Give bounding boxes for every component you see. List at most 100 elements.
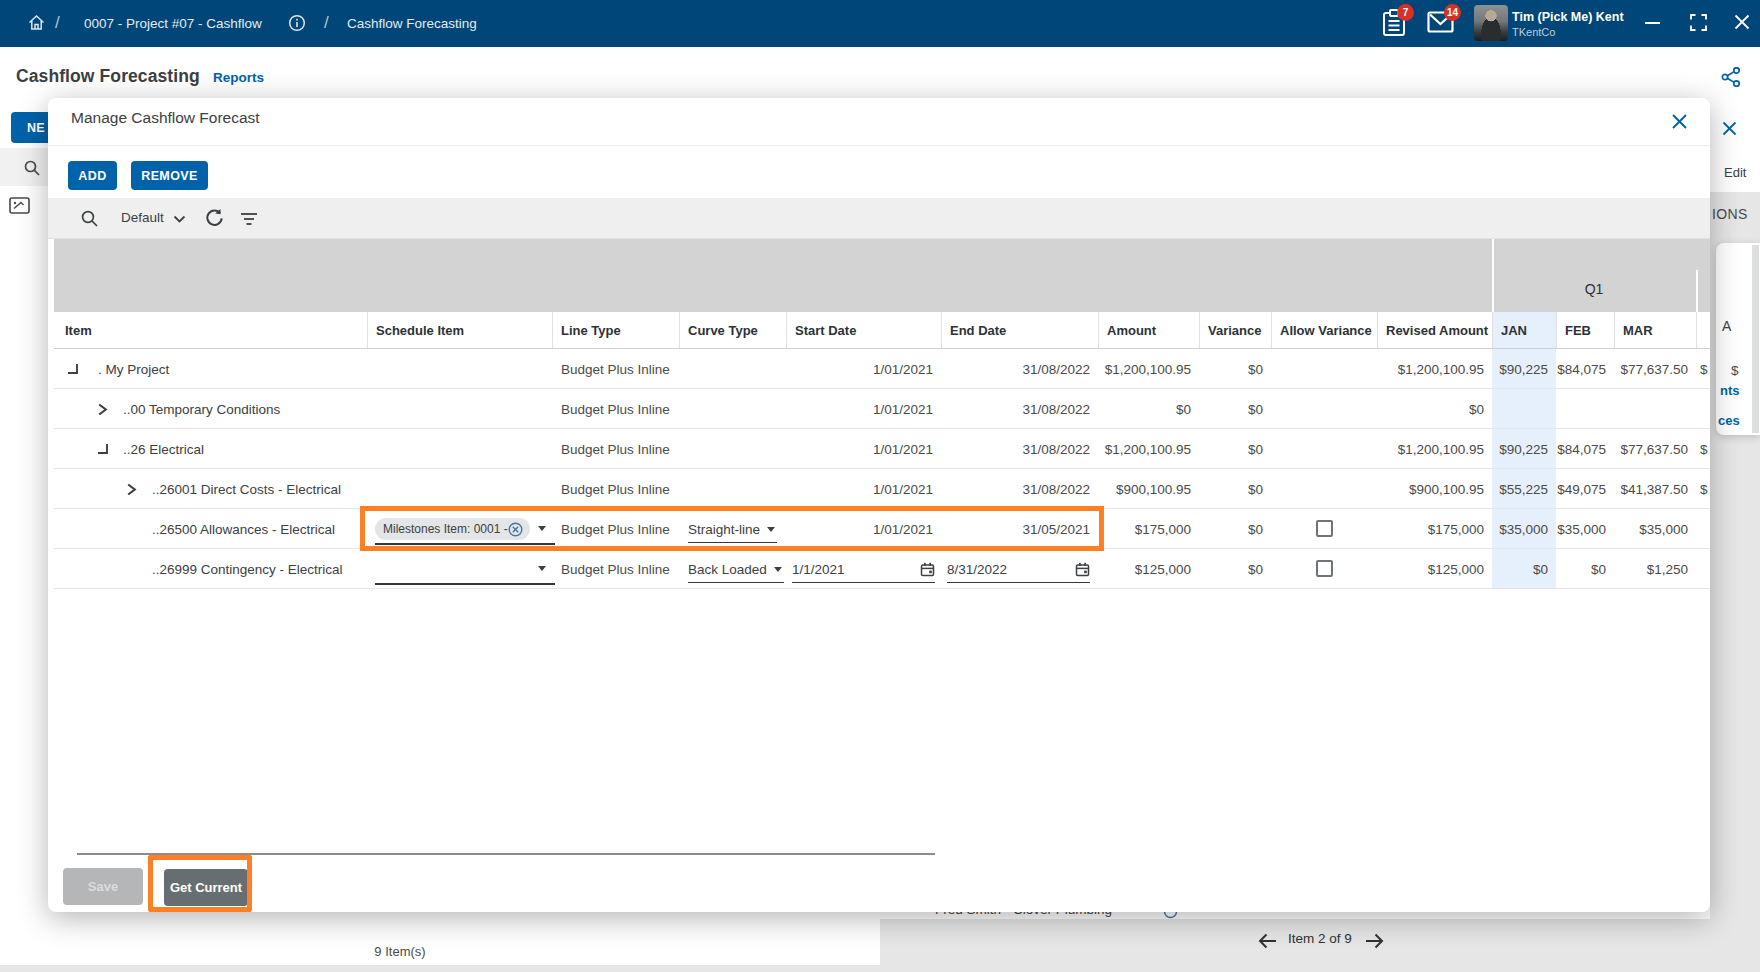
breadcrumb-page[interactable]: Cashflow Forecasting [347, 0, 477, 47]
home-icon[interactable] [27, 13, 46, 32]
panel-close-icon[interactable] [1722, 121, 1737, 136]
cell-revised_amount: $0 [1377, 389, 1492, 429]
column-header-amount[interactable]: Amount [1098, 312, 1199, 349]
page-search-icon[interactable] [24, 160, 40, 176]
cell-amount: $1,200,100.95 [1098, 349, 1199, 389]
cell-line_type: Budget Plus Inline [552, 549, 679, 589]
manage-cashflow-modal: Manage Cashflow Forecast ADD REMOVE Defa… [48, 98, 1710, 912]
column-header-start_date[interactable]: Start Date [786, 312, 941, 349]
fullscreen-button[interactable] [1690, 14, 1707, 31]
minimize-button[interactable] [1645, 21, 1661, 25]
curve-type-dropdown[interactable]: Back Loaded [688, 557, 784, 583]
cell-end_date: 31/08/2022 [941, 429, 1098, 469]
cell-jan: $90,225 [1492, 429, 1556, 469]
cell-end_date: 31/08/2022 [941, 469, 1098, 509]
column-header-schedule_item[interactable]: Schedule Item [367, 312, 552, 349]
avatar[interactable] [1474, 5, 1508, 41]
cell-item: ..26999 Contingency - Electrical [56, 549, 367, 589]
curve-type-dropdown[interactable]: Straight-line [688, 517, 777, 543]
cell-start_date: 1/01/2021 [786, 429, 941, 469]
column-header-jan[interactable]: JAN [1492, 312, 1556, 349]
allow-variance-checkbox[interactable] [1316, 520, 1333, 537]
column-header-curve_type[interactable]: Curve Type [679, 312, 786, 349]
cell-item: ..26500 Allowances - Electrical [56, 509, 367, 549]
column-header-variance[interactable]: Variance [1199, 312, 1271, 349]
top-bar: / 0007 - Project #07 - Cashflow / Cashfl… [0, 0, 1760, 47]
edit-link[interactable]: Edit [1724, 165, 1746, 180]
image-edit-icon[interactable] [9, 197, 30, 214]
header-separator [786, 312, 787, 349]
cell-variance: $0 [1199, 509, 1271, 549]
cell-feb: $84,075 [1556, 349, 1614, 389]
column-header-revised_amount[interactable]: Revised Amount [1377, 312, 1492, 349]
panel-card-fragment-2: $ [1731, 363, 1739, 378]
cell-feb: $35,000 [1556, 509, 1614, 549]
cell-end_date: 31/08/2022 [941, 389, 1098, 429]
curve-dropdown-arrow [767, 527, 775, 532]
cell-start_date: 1/01/2021 [786, 509, 941, 549]
chip-remove-icon[interactable] [508, 522, 523, 537]
curve-type-value: Straight-line [688, 522, 760, 537]
header-separator [1098, 312, 1099, 349]
start-date-input[interactable]: 1/1/2021 [792, 557, 935, 583]
get-current-button[interactable]: Get Current [164, 869, 248, 906]
schedule-dropdown-arrow[interactable] [538, 566, 546, 571]
breadcrumb-separator-2: / [324, 13, 329, 33]
column-header-mar[interactable]: MAR [1614, 312, 1696, 349]
panel-footer: Item 2 of 9 [880, 919, 1760, 972]
footer-divider [77, 853, 935, 855]
next-item-arrow[interactable] [1364, 933, 1384, 949]
column-header-item[interactable]: Item [56, 312, 367, 349]
header-separator [1696, 312, 1697, 349]
allow-variance-checkbox[interactable] [1316, 560, 1333, 577]
end-date-input[interactable]: 8/31/2022 [947, 557, 1090, 583]
cell-mar: $35,000 [1614, 509, 1696, 549]
calendar-icon[interactable] [920, 562, 935, 577]
mail-badge: 14 [1444, 4, 1461, 21]
share-icon[interactable] [1721, 67, 1741, 87]
cell-jan: $90,225 [1492, 349, 1556, 389]
cell-apr-fragment: $ [1700, 429, 1712, 469]
cell-revised_amount: $1,200,100.95 [1377, 349, 1492, 389]
column-header-line_type[interactable]: Line Type [552, 312, 679, 349]
info-icon[interactable] [288, 14, 306, 32]
column-header-end_date[interactable]: End Date [941, 312, 1098, 349]
header-bottom-border [54, 348, 1710, 349]
save-button[interactable]: Save [63, 868, 143, 905]
cell-variance: $0 [1199, 549, 1271, 589]
calendar-icon[interactable] [1075, 562, 1090, 577]
close-window-button[interactable] [1734, 14, 1750, 30]
schedule-underline [375, 583, 555, 585]
panel-section-fragment: IONS [1712, 206, 1748, 222]
panel-card-link-fragment-1[interactable]: nts [1720, 383, 1740, 398]
panel-section-band: IONS [1710, 192, 1760, 240]
cell-line_type: Budget Plus Inline [552, 469, 679, 509]
panel-card-fragment-1: A [1722, 318, 1731, 334]
panel-card-link-fragment-2[interactable]: ces [1718, 413, 1740, 428]
cell-amount: $0 [1098, 389, 1199, 429]
cell-variance: $0 [1199, 429, 1271, 469]
cell-start_date: 1/01/2021 [786, 349, 941, 389]
header-separator [1614, 312, 1615, 349]
header-separator [1556, 312, 1557, 349]
reports-link[interactable]: Reports [213, 70, 264, 85]
grid: ItemSchedule ItemLine TypeCurve TypeStar… [48, 98, 1710, 853]
cell-variance: $0 [1199, 349, 1271, 389]
user-name[interactable]: Tim (Pick Me) Kent [1512, 10, 1624, 24]
schedule-item-chip[interactable]: Milestones Item: 0001 - [375, 518, 530, 540]
app-root: / 0007 - Project #07 - Cashflow / Cashfl… [0, 0, 1760, 972]
cell-amount: $900,100.95 [1098, 469, 1199, 509]
breadcrumb-project[interactable]: 0007 - Project #07 - Cashflow [84, 0, 262, 47]
cell-line_type: Budget Plus Inline [552, 429, 679, 469]
column-header-feb[interactable]: FEB [1556, 312, 1614, 349]
cell-line_type: Budget Plus Inline [552, 389, 679, 429]
cell-item: ..00 Temporary Conditions [56, 389, 367, 429]
column-header-allow_variance[interactable]: Allow Variance [1271, 312, 1377, 349]
cell-end_date: 31/08/2022 [941, 349, 1098, 389]
cell-item: ..26001 Direct Costs - Electrical [56, 469, 367, 509]
main-footer-strip [0, 965, 880, 972]
cell-line_type: Budget Plus Inline [552, 509, 679, 549]
panel-scrollbar[interactable] [1752, 245, 1759, 433]
curve-type-value: Back Loaded [688, 562, 767, 577]
schedule-dropdown-arrow[interactable] [538, 526, 546, 531]
